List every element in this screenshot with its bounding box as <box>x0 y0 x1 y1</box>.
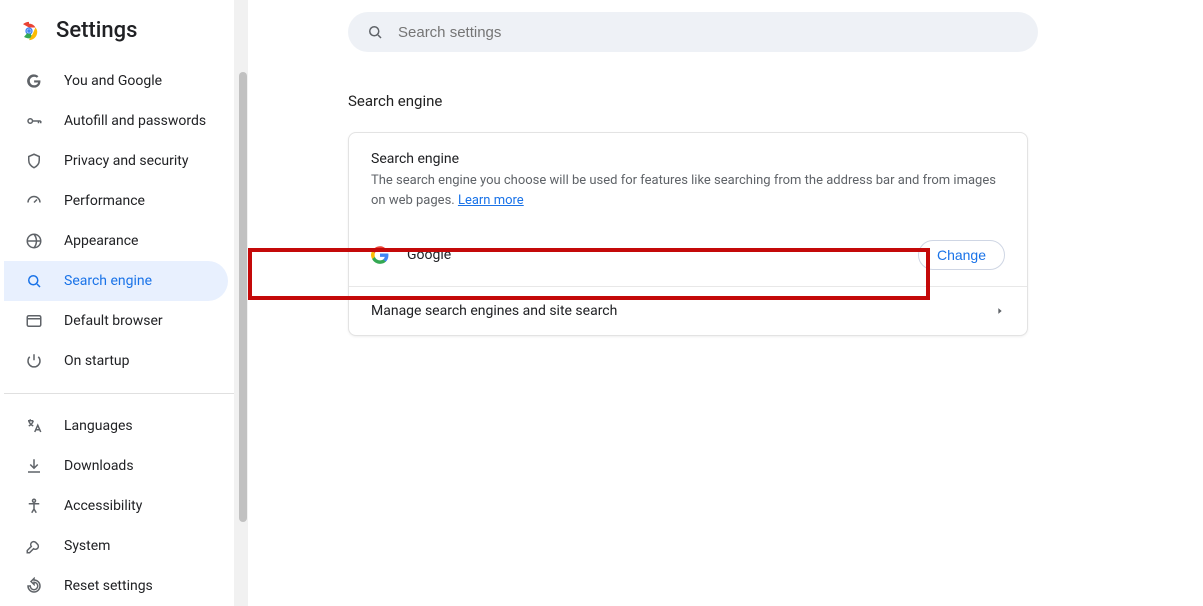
sidebar-item-label: You and Google <box>64 73 162 89</box>
sidebar-item-label: Languages <box>64 418 133 434</box>
search-engine-card: Search engine The search engine you choo… <box>348 132 1028 336</box>
sidebar-item-label: Search engine <box>64 273 152 289</box>
google-g-icon <box>24 71 44 91</box>
sidebar-item-reset[interactable]: Reset settings <box>4 566 228 606</box>
sidebar-item-autofill[interactable]: Autofill and passwords <box>4 101 228 141</box>
sidebar-scrollbar-thumb[interactable] <box>239 72 247 522</box>
sidebar-item-search-engine[interactable]: Search engine <box>4 261 228 301</box>
sidebar: Settings You and Google Autofill and pas… <box>0 0 248 606</box>
search-settings-input[interactable] <box>398 24 1020 41</box>
sidebar-divider <box>4 393 234 394</box>
sidebar-item-label: Reset settings <box>64 578 153 594</box>
sidebar-item-system[interactable]: System <box>4 526 228 566</box>
sidebar-item-label: On startup <box>64 353 130 369</box>
search-icon <box>24 271 44 291</box>
sidebar-item-languages[interactable]: Languages <box>4 406 228 446</box>
sidebar-item-performance[interactable]: Performance <box>4 181 228 221</box>
sidebar-item-downloads[interactable]: Downloads <box>4 446 228 486</box>
learn-more-link[interactable]: Learn more <box>458 193 524 208</box>
current-engine-left: Google <box>371 246 451 264</box>
sidebar-item-label: Accessibility <box>64 498 142 514</box>
sidebar-item-default-browser[interactable]: Default browser <box>4 301 228 341</box>
wrench-icon <box>24 536 44 556</box>
download-icon <box>24 456 44 476</box>
google-g-icon <box>371 246 389 264</box>
speedometer-icon <box>24 191 44 211</box>
sidebar-item-label: Downloads <box>64 458 134 474</box>
card-title: Search engine <box>371 151 1005 167</box>
sidebar-scrollbar-track[interactable] <box>234 0 248 606</box>
sidebar-item-appearance[interactable]: Appearance <box>4 221 228 261</box>
sidebar-item-label: Performance <box>64 193 145 209</box>
page-heading: Search engine <box>348 92 1123 110</box>
translate-icon <box>24 416 44 436</box>
sidebar-item-accessibility[interactable]: Accessibility <box>4 486 228 526</box>
change-button[interactable]: Change <box>918 240 1005 270</box>
chrome-logo-icon <box>18 20 40 42</box>
sidebar-item-privacy[interactable]: Privacy and security <box>4 141 228 181</box>
appearance-icon <box>24 231 44 251</box>
power-icon <box>24 351 44 371</box>
manage-search-engines-row[interactable]: Manage search engines and site search <box>349 287 1027 335</box>
reset-icon <box>24 576 44 596</box>
sidebar-item-on-startup[interactable]: On startup <box>4 341 228 381</box>
key-icon <box>24 111 44 131</box>
sidebar-nav: You and Google Autofill and passwords Pr… <box>0 61 248 606</box>
browser-icon <box>24 311 44 331</box>
brand-title: Settings <box>56 18 137 43</box>
accessibility-icon <box>24 496 44 516</box>
sidebar-item-label: Privacy and security <box>64 153 188 169</box>
brand-row: Settings <box>0 0 248 61</box>
card-description: The search engine you choose will be use… <box>371 171 1005 210</box>
card-header-section: Search engine The search engine you choo… <box>349 133 1027 228</box>
shield-icon <box>24 151 44 171</box>
manage-row-label: Manage search engines and site search <box>371 303 617 319</box>
sidebar-item-label: Default browser <box>64 313 163 329</box>
current-engine-row: Google Change <box>349 228 1027 286</box>
main-content: Search engine Search engine The search e… <box>248 0 1203 606</box>
sidebar-item-label: Autofill and passwords <box>64 113 206 129</box>
current-engine-name: Google <box>407 247 451 263</box>
sidebar-item-label: Appearance <box>64 233 138 249</box>
sidebar-item-label: System <box>64 538 110 554</box>
search-settings-bar[interactable] <box>348 12 1038 52</box>
search-icon <box>366 23 384 41</box>
chevron-right-icon <box>995 306 1005 316</box>
sidebar-item-you-and-google[interactable]: You and Google <box>4 61 228 101</box>
